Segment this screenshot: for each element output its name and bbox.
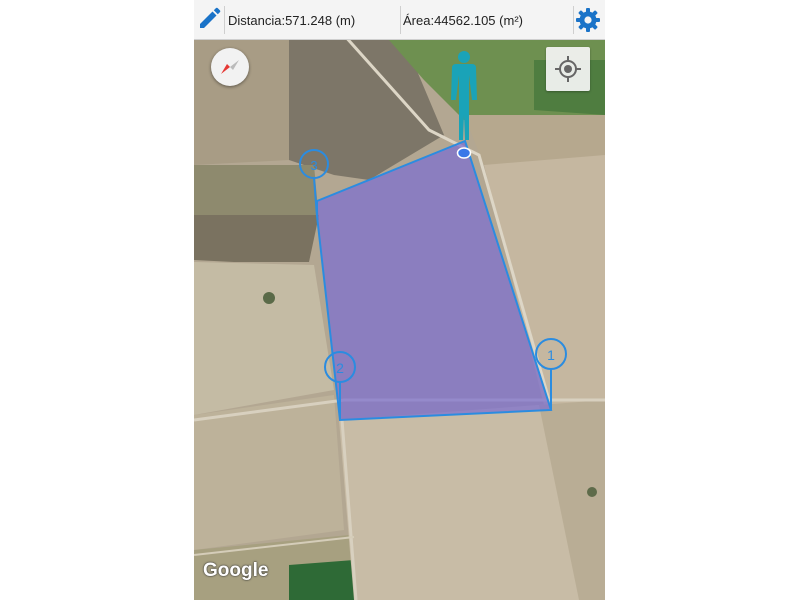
- distance-value: 571.248: [285, 13, 333, 28]
- distance-unit: (m): [335, 13, 356, 28]
- edit-button[interactable]: [194, 4, 226, 36]
- marker-label-1: 1: [547, 347, 555, 363]
- field-parcel: [194, 165, 319, 220]
- area-readout: Área:44562.105 (m²): [403, 13, 523, 28]
- tree: [263, 292, 275, 304]
- gear-icon: [576, 8, 600, 32]
- field-parcel: [194, 262, 334, 415]
- divider: [400, 6, 401, 34]
- distance-label: Distancia:: [228, 13, 286, 28]
- my-location-button[interactable]: [546, 47, 590, 91]
- distance-readout: Distancia:571.248 (m): [228, 13, 355, 28]
- compass-icon: [221, 60, 239, 74]
- phone-screen: Distancia:571.248 (m) Área:44562.105 (m²…: [194, 0, 605, 600]
- measurement-toolbar: Distancia:571.248 (m) Área:44562.105 (m²…: [194, 0, 605, 40]
- satellite-map[interactable]: 1 2 3 Google: [194, 40, 605, 600]
- vertex-handle[interactable]: [456, 147, 472, 159]
- tree: [587, 487, 597, 497]
- area-label: Área:: [403, 13, 435, 28]
- settings-button[interactable]: [572, 4, 604, 36]
- area-unit: (m²): [499, 13, 523, 28]
- marker-label-2: 2: [336, 360, 344, 376]
- divider: [224, 6, 225, 34]
- google-attribution: Google: [203, 560, 269, 581]
- marker-label-3: 3: [310, 158, 317, 173]
- pencil-icon: [200, 7, 221, 28]
- my-location-icon: [555, 56, 581, 82]
- compass-button[interactable]: [211, 48, 249, 86]
- wooded-strip: [194, 215, 319, 262]
- area-value: 44562.105: [434, 13, 496, 28]
- green-field: [289, 560, 359, 600]
- map-imagery: 1 2 3: [194, 40, 605, 600]
